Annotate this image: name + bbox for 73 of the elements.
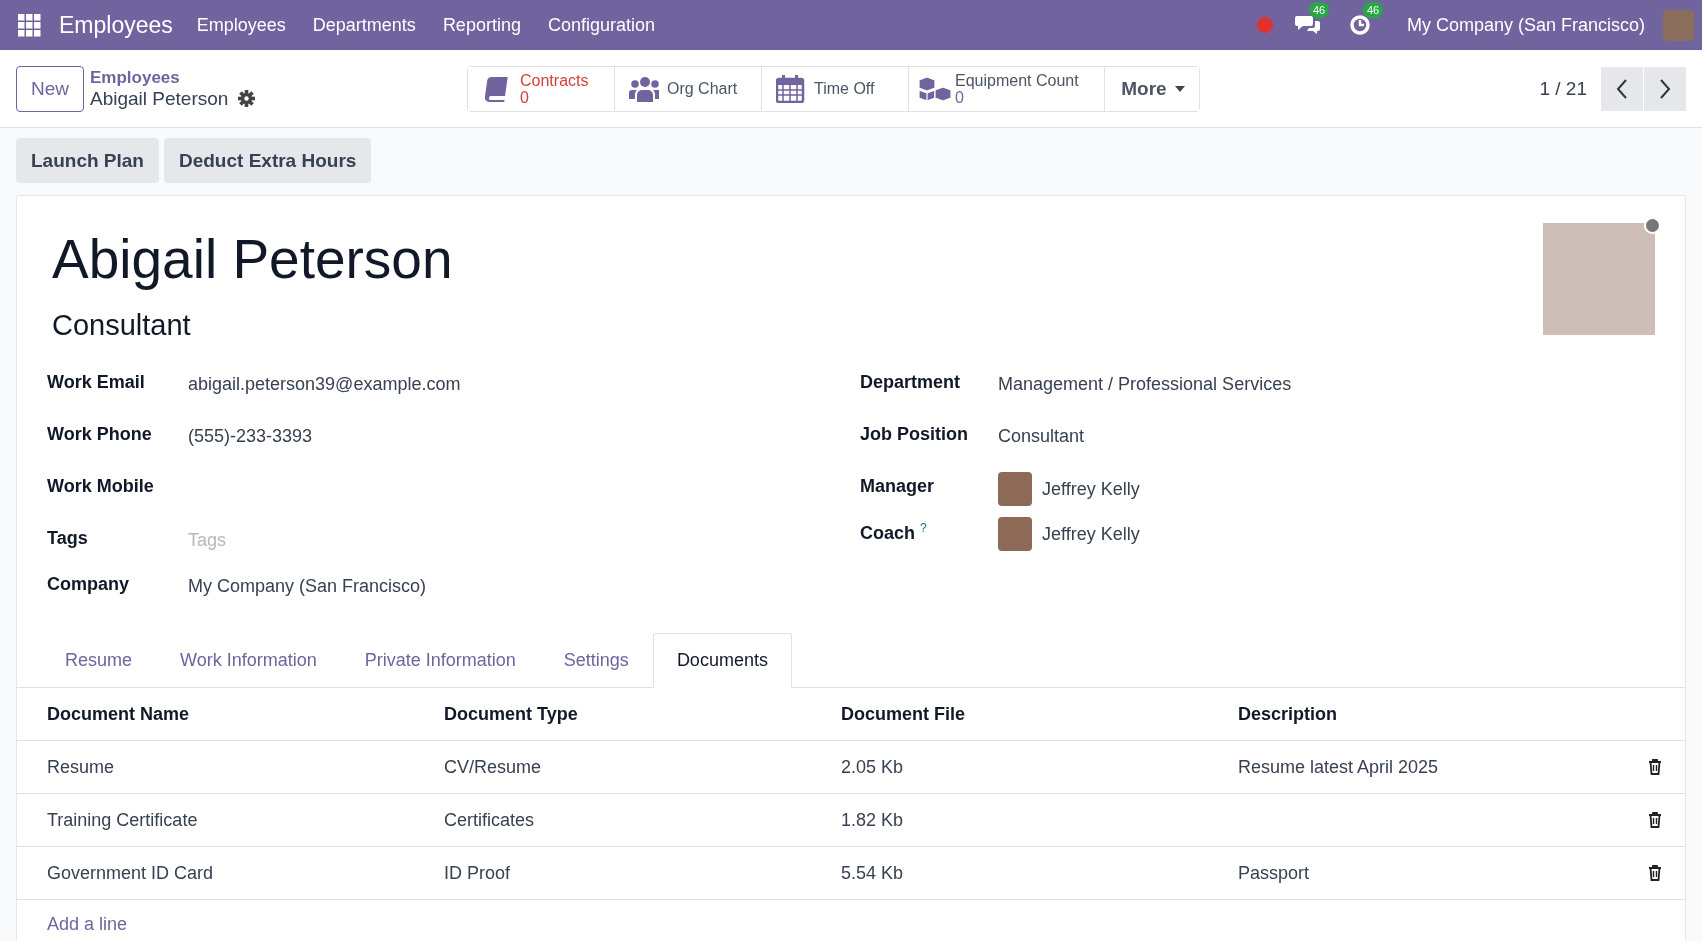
table-cell: Resume latest April 2025	[1238, 756, 1439, 777]
field-value[interactable]: Jeffrey Kelly	[1042, 478, 1140, 500]
field-label: Work Phone	[47, 424, 152, 444]
field-label: Tags	[47, 528, 88, 548]
tab[interactable]: Work Information	[156, 633, 341, 688]
record-name: Abigail Peterson	[90, 87, 229, 110]
field-label: Department	[860, 372, 961, 392]
breadcrumb-link[interactable]: Employees	[90, 67, 256, 88]
app-name[interactable]: Employees	[59, 11, 173, 39]
clock-icon[interactable]	[1348, 14, 1371, 36]
menu-item[interactable]: Configuration	[547, 14, 655, 36]
column-header[interactable]: Document Type	[444, 703, 841, 725]
field-label: Work Mobile	[47, 476, 154, 496]
tab[interactable]: Documents	[652, 633, 792, 688]
messages-badge: 46	[1308, 2, 1330, 18]
caret-icon	[1174, 85, 1185, 92]
tab[interactable]: Settings	[539, 633, 653, 688]
calendar-icon	[776, 74, 806, 103]
field-label: Job Position	[860, 424, 968, 444]
table-cell: 2.05 Kb	[841, 756, 904, 777]
chevron-right-icon	[1659, 78, 1671, 99]
trash-icon[interactable]	[1648, 812, 1662, 828]
table-cell: Certificates	[444, 809, 535, 830]
company-switcher[interactable]: My Company (San Francisco)	[1406, 14, 1645, 36]
add-line-link[interactable]: Add a line	[47, 914, 128, 934]
employee-name: Abigail Peterson	[52, 227, 453, 291]
table-cell: Passport	[1238, 862, 1310, 883]
activities-badge: 46	[1362, 2, 1384, 18]
avatar-placeholder	[998, 517, 1032, 551]
field-label: Manager	[860, 476, 935, 496]
tab[interactable]: Resume	[41, 633, 157, 688]
tab[interactable]: Private Information	[340, 633, 540, 688]
smart-button[interactable]: Contracts 0	[468, 66, 615, 111]
trash-icon[interactable]	[1648, 865, 1662, 881]
field-value[interactable]: (555)-233-3393	[188, 426, 313, 447]
table-cell: Training Certificate	[47, 809, 198, 830]
menu-item[interactable]: Reporting	[442, 14, 521, 36]
action-button[interactable]: Launch Plan	[16, 138, 159, 183]
field-value[interactable]: My Company (San Francisco)	[188, 576, 427, 597]
column-header[interactable]: Description	[1238, 703, 1625, 725]
column-header[interactable]: Document Name	[47, 703, 444, 725]
field-value[interactable]: Management / Professional Services	[998, 374, 1292, 395]
action-button[interactable]: Deduct Extra Hours	[163, 138, 372, 183]
trash-icon[interactable]	[1648, 759, 1662, 775]
field-label: Company	[47, 574, 129, 594]
chevron-left-icon	[1616, 78, 1628, 99]
help-tooltip[interactable]: ?	[920, 521, 927, 535]
table-cell: Resume	[47, 756, 115, 777]
new-button[interactable]: New	[16, 65, 84, 112]
column-header[interactable]: Document File	[841, 703, 1238, 725]
menu-item[interactable]: Employees	[196, 14, 286, 36]
chat-bubbles-icon[interactable]	[1294, 14, 1321, 36]
apps-menu-icon[interactable]	[18, 13, 41, 37]
menu-item[interactable]: Departments	[312, 14, 416, 36]
field-label: Coach	[860, 523, 915, 543]
settings-icon[interactable]	[238, 90, 256, 107]
table-cell: CV/Resume	[444, 756, 542, 777]
previous-button[interactable]	[1601, 66, 1643, 111]
job-title: Consultant	[52, 309, 192, 342]
table-cell: 1.82 Kb	[841, 809, 904, 830]
table-cell: ID Proof	[444, 862, 511, 883]
field-value[interactable]: Jeffrey Kelly	[1042, 523, 1140, 545]
recording-dot-icon[interactable]	[1256, 17, 1273, 33]
table-cell: Government ID Card	[47, 862, 214, 883]
field-value[interactable]: abigail.peterson39@example.com	[188, 374, 461, 395]
next-button[interactable]	[1644, 66, 1686, 111]
field-value[interactable]: Consultant	[998, 426, 1085, 447]
boxes-icon	[917, 74, 951, 103]
field-label: Work Email	[47, 372, 145, 392]
people-icon	[629, 74, 659, 103]
pager-value: 1 / 21	[1539, 77, 1587, 100]
table-cell: 5.54 Kb	[841, 862, 904, 883]
avatar-placeholder	[998, 472, 1032, 506]
